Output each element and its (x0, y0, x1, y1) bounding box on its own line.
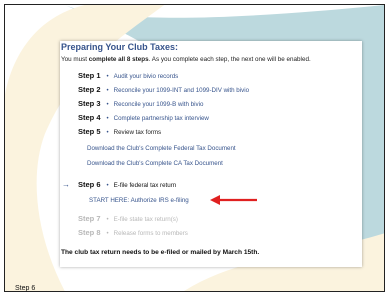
step-1-link[interactable]: Step 1 • Audit your bivio records (78, 71, 178, 80)
bullet-separator: • (106, 102, 109, 108)
step-7-item: Step 7 • E-file state tax return(s) (78, 214, 178, 223)
step-description: Reconcile your 1099-INT and 1099-DIV wit… (113, 87, 250, 94)
download-state-link[interactable]: Download the Club's Complete CA Tax Docu… (87, 160, 223, 167)
bullet-separator: • (106, 130, 109, 136)
step-number: Step 4 (78, 113, 101, 122)
step-8-item: Step 8 • Release forms to members (78, 228, 188, 237)
intro-bold: complete all 8 steps (88, 56, 149, 63)
intro-text: You must complete all 8 steps. As you co… (61, 56, 353, 63)
step-description: Reconcile your 1099-B with bivio (113, 101, 204, 108)
red-pointer-arrow-icon (210, 195, 257, 205)
authorize-irs-efiling-link[interactable]: START HERE: Authorize IRS e-filing (89, 197, 189, 204)
bullet-separator: • (106, 217, 109, 223)
step-number: Step 8 (78, 228, 101, 237)
step-number: Step 5 (78, 127, 101, 136)
step-2-link[interactable]: Step 2 • Reconcile your 1099-INT and 1099-… (78, 85, 249, 94)
slide-caption: Step 6 (15, 285, 36, 292)
step-description: Release forms to members (113, 230, 188, 237)
step-number: Step 3 (78, 99, 101, 108)
step-number: Step 7 (78, 214, 101, 223)
step-description: Audit your bivio records (113, 73, 179, 80)
deadline-notice: The club tax return needs to be e-filed … (61, 249, 260, 256)
step-6-item: Step 6 • E-file federal tax return (78, 180, 176, 189)
page-title: Preparing Your Club Taxes: (61, 42, 179, 52)
bullet-separator: • (106, 231, 109, 237)
step-description: E-file federal tax return (113, 182, 177, 189)
step-number: Step 2 (78, 85, 101, 94)
step-description: E-file state tax return(s) (113, 216, 178, 223)
step-number: Step 6 (78, 180, 101, 189)
bullet-separator: • (106, 116, 109, 122)
intro-suffix: . As you complete each step, the next on… (148, 56, 311, 63)
step-description: Complete partnership tax interview (113, 115, 209, 122)
intro-prefix: You must (61, 56, 89, 63)
download-federal-link[interactable]: Download the Club's Complete Federal Tax… (87, 145, 236, 152)
step-4-link[interactable]: Step 4 • Complete partnership tax intervie… (78, 113, 209, 122)
step-description: Review tax forms (113, 129, 162, 136)
step-5-item: Step 5 • Review tax forms (78, 127, 161, 136)
step-3-link[interactable]: Step 3 • Reconcile your 1099-B with bivio (78, 99, 203, 108)
bullet-separator: • (106, 183, 109, 189)
bullet-separator: • (106, 74, 109, 80)
current-step-arrow-icon: → (62, 180, 70, 189)
bullet-separator: • (106, 88, 109, 94)
step-number: Step 1 (78, 71, 101, 80)
